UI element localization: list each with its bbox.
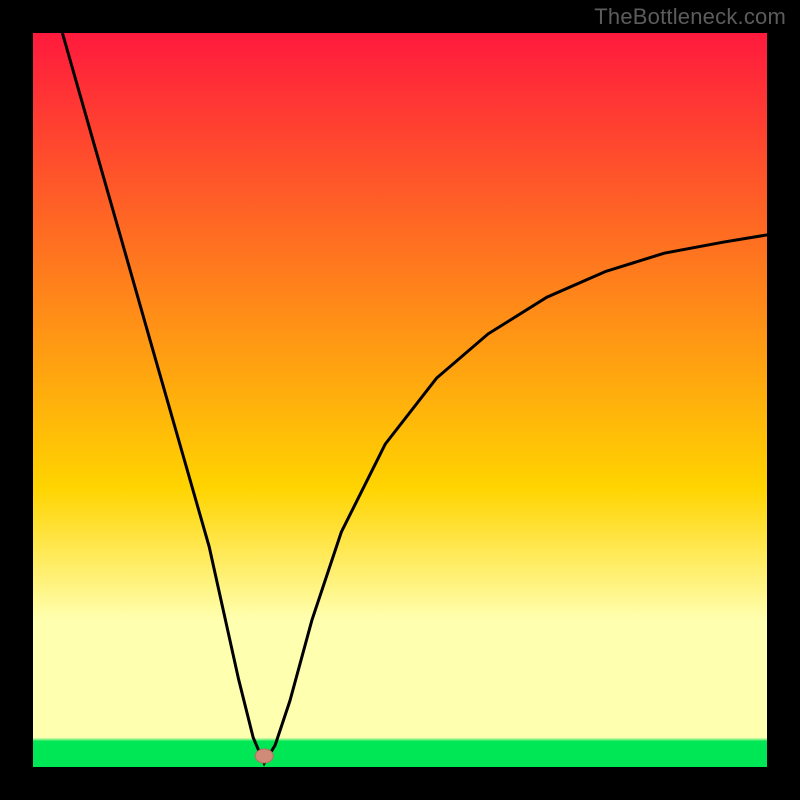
plot-background xyxy=(33,33,767,767)
bottleneck-chart xyxy=(0,0,800,800)
chart-stage: TheBottleneck.com xyxy=(0,0,800,800)
watermark-text: TheBottleneck.com xyxy=(594,4,786,30)
optimal-point-dot xyxy=(255,749,273,763)
